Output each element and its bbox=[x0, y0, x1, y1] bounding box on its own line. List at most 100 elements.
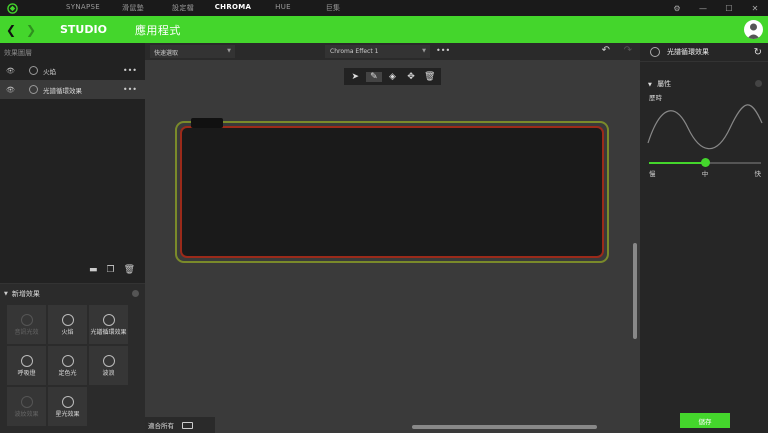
vertical-scrollbar[interactable] bbox=[633, 243, 637, 339]
trash-icon[interactable]: 🗑 bbox=[422, 72, 438, 82]
fit-all-control[interactable]: 適合所有 bbox=[145, 417, 215, 433]
effect-label: 星光效果 bbox=[55, 410, 80, 418]
speed-slider[interactable] bbox=[649, 158, 761, 167]
effect-label: 波浪 bbox=[102, 369, 115, 377]
refresh-icon[interactable]: ↻ bbox=[754, 47, 762, 58]
info-icon[interactable] bbox=[132, 290, 139, 297]
add-effects-title: 新增效果 bbox=[11, 290, 40, 298]
nav-mousemat[interactable]: 滑鼠墊 bbox=[108, 3, 158, 13]
attributes-section[interactable]: ▼ 屬性 bbox=[640, 62, 768, 89]
effect-ripple[interactable]: 波紋效果 bbox=[7, 387, 46, 426]
layers-panel-title: 效果圖層 bbox=[4, 49, 32, 57]
canvas-area: 快速選取 ▼ Chroma Effect 1 ▼ ••• ↶ ↷ ➤ ✎ ◈ ✥… bbox=[145, 43, 640, 433]
avatar[interactable] bbox=[744, 20, 763, 39]
more-options-icon[interactable]: ••• bbox=[123, 66, 137, 75]
edit-tools: ➤ ✎ ◈ ✥ 🗑 bbox=[344, 68, 441, 85]
breathing-effect-icon bbox=[20, 354, 33, 367]
slider-max-label: 快 bbox=[754, 170, 762, 178]
undo-icon[interactable]: ↶ bbox=[602, 45, 610, 56]
effect-audio[interactable]: 音訊光效 bbox=[7, 305, 46, 344]
keyboard-icon[interactable] bbox=[182, 421, 193, 429]
effect-label: 定色光 bbox=[58, 369, 77, 377]
quick-select-label: 快速選取 bbox=[154, 50, 179, 57]
add-effects-header[interactable]: ▼ 新增效果 bbox=[0, 284, 145, 304]
quick-select-dropdown[interactable]: 快速選取 ▼ bbox=[150, 45, 235, 58]
effect-name-dropdown[interactable]: Chroma Effect 1 ▼ bbox=[325, 45, 430, 58]
layer-item-fire[interactable]: 👁 火焰 ••• bbox=[0, 61, 145, 80]
razer-logo-icon bbox=[4, 0, 20, 16]
eye-icon[interactable]: 👁 bbox=[6, 86, 16, 94]
fire-effect-icon bbox=[29, 66, 38, 75]
move-icon[interactable]: ✥ bbox=[403, 72, 419, 82]
audio-effect-icon bbox=[20, 313, 33, 326]
effects-grid: 音訊光效 火焰 光譜循環效果 呼吸燈 定色光 波浪 波紋效果 星光效果 bbox=[7, 305, 145, 426]
nav-hue[interactable]: HUE bbox=[258, 3, 308, 13]
effect-label: 光譜循環效果 bbox=[90, 328, 127, 336]
gear-icon[interactable]: ⚙ bbox=[664, 4, 690, 13]
wave-preview bbox=[647, 104, 763, 150]
layer-label: 火焰 bbox=[43, 67, 56, 76]
close-icon[interactable]: ✕ bbox=[742, 4, 768, 13]
effect-label: 呼吸燈 bbox=[17, 369, 36, 377]
effect-starlight[interactable]: 星光效果 bbox=[48, 387, 87, 426]
pen-icon[interactable]: ✎ bbox=[365, 71, 382, 82]
spectrum-effect-icon bbox=[102, 313, 115, 326]
wave-effect-icon bbox=[102, 354, 115, 367]
effect-breathing[interactable]: 呼吸燈 bbox=[7, 346, 46, 385]
nav-profiles[interactable]: 設定檔 bbox=[158, 3, 208, 13]
device-connector bbox=[191, 118, 223, 128]
fire-effect-icon bbox=[61, 313, 74, 326]
more-options-icon[interactable]: ••• bbox=[123, 85, 137, 94]
caret-down-icon: ▼ bbox=[227, 48, 231, 54]
layer-label: 光譜循環效果 bbox=[43, 86, 82, 95]
window-controls: ⚙ — ☐ ✕ bbox=[664, 0, 768, 16]
tab-apps[interactable]: 應用程式 bbox=[135, 22, 181, 38]
caret-down-icon: ▼ bbox=[648, 82, 652, 88]
header-bar: ❮ ❯ STUDIO 應用程式 bbox=[0, 16, 768, 43]
effect-wave[interactable]: 波浪 bbox=[89, 346, 128, 385]
canvas-toolbar: 快速選取 ▼ Chroma Effect 1 ▼ ••• ↶ ↷ bbox=[145, 43, 640, 60]
properties-title: 光譜循環效果 bbox=[667, 48, 709, 56]
spectrum-effect-icon bbox=[29, 85, 38, 94]
device-surface[interactable] bbox=[180, 126, 604, 258]
fill-bucket-icon[interactable]: ◈ bbox=[384, 72, 400, 82]
layer-tools: ▬ ❐ 🗑 bbox=[89, 265, 135, 275]
back-arrow-icon[interactable]: ❮ bbox=[6, 23, 20, 37]
redo-icon[interactable]: ↷ bbox=[624, 45, 632, 56]
trash-icon[interactable]: 🗑 bbox=[124, 265, 135, 275]
info-icon[interactable] bbox=[755, 80, 762, 87]
starlight-effect-icon bbox=[61, 395, 74, 408]
effect-fire[interactable]: 火焰 bbox=[48, 305, 87, 344]
eye-icon[interactable]: 👁 bbox=[6, 67, 16, 75]
slider-min-label: 慢 bbox=[649, 170, 656, 178]
horizontal-scrollbar[interactable] bbox=[412, 425, 597, 429]
tab-studio[interactable]: STUDIO bbox=[60, 23, 107, 36]
mousemat-device[interactable] bbox=[175, 118, 609, 263]
slider-mid-label: 中 bbox=[701, 170, 709, 178]
folder-icon[interactable]: ▬ bbox=[89, 265, 98, 275]
maximize-icon[interactable]: ☐ bbox=[716, 4, 742, 13]
caret-down-icon: ▼ bbox=[4, 291, 8, 297]
effect-static[interactable]: 定色光 bbox=[48, 346, 87, 385]
effect-spectrum[interactable]: 光譜循環效果 bbox=[89, 305, 128, 344]
minimize-icon[interactable]: — bbox=[690, 4, 716, 13]
more-options-icon[interactable]: ••• bbox=[436, 46, 450, 55]
properties-header: 光譜循環效果 ↻ bbox=[640, 43, 768, 62]
nav-macro[interactable]: 巨集 bbox=[308, 3, 358, 13]
nav-chroma[interactable]: CHROMA bbox=[208, 3, 258, 13]
save-button[interactable]: 儲存 bbox=[680, 413, 730, 428]
slider-fill bbox=[649, 162, 705, 164]
select-arrow-icon[interactable]: ➤ bbox=[347, 72, 363, 82]
top-bar: SYNAPSE 滑鼠墊 設定檔 CHROMA HUE 巨集 ⚙ — ☐ ✕ bbox=[0, 0, 768, 16]
static-effect-icon bbox=[61, 354, 74, 367]
caret-down-icon: ▼ bbox=[422, 48, 426, 54]
spectrum-effect-icon bbox=[650, 47, 660, 57]
slider-handle[interactable] bbox=[700, 158, 710, 167]
layer-item-spectrum[interactable]: 👁 光譜循環效果 ••• bbox=[0, 80, 145, 99]
fit-all-label: 適合所有 bbox=[148, 422, 174, 430]
ripple-effect-icon bbox=[20, 395, 33, 408]
copy-icon[interactable]: ❐ bbox=[106, 265, 114, 275]
nav-synapse[interactable]: SYNAPSE bbox=[58, 3, 108, 13]
effect-label: 火焰 bbox=[61, 328, 74, 336]
forward-arrow-icon[interactable]: ❯ bbox=[26, 23, 40, 37]
